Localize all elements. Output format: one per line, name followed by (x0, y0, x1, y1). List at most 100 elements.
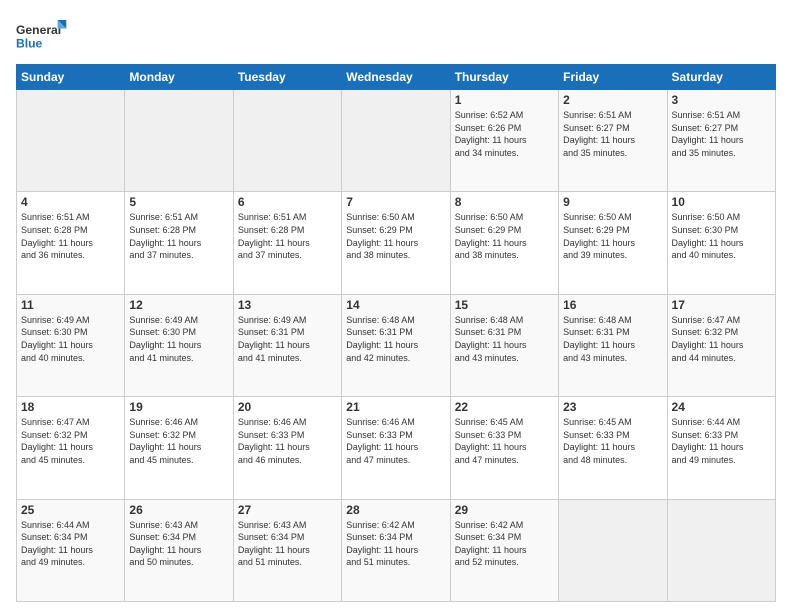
calendar-cell: 22Sunrise: 6:45 AM Sunset: 6:33 PM Dayli… (450, 397, 558, 499)
day-number: 17 (672, 298, 771, 312)
calendar-week-1: 4 Sunrise: 6:51 AM Sunset: 6:28 PM Daylig… (17, 192, 776, 294)
day-info: Sunrise: 6:48 AM Sunset: 6:31 PM Dayligh… (346, 314, 445, 364)
day-number: 20 (238, 400, 337, 414)
calendar-cell: 7Sunrise: 6:50 AM Sunset: 6:29 PM Daylig… (342, 192, 450, 294)
day-info: Sunrise: 6:47 AM Sunset: 6:32 PM Dayligh… (21, 416, 120, 466)
day-info: Sunrise: 6:44 AM Sunset: 6:33 PM Dayligh… (672, 416, 771, 466)
calendar-cell: 4Sunrise: 6:51 AM Sunset: 6:28 PM Daylig… (17, 192, 125, 294)
calendar-cell: 18 Sunrise: 6:47 AM Sunset: 6:32 PM Dayli… (17, 397, 125, 499)
day-number: 21 (346, 400, 445, 414)
svg-text:General: General (16, 23, 61, 37)
day-info: Sunrise: 6:43 AM Sunset: 6:34 PM Dayligh… (129, 519, 228, 569)
calendar-cell: 16 Sunrise: 6:48 AM Sunset: 6:31 PM Dayli… (559, 294, 667, 396)
calendar-cell: 1Sunrise: 6:52 AM Sunset: 6:26 PM Daylig… (450, 90, 558, 192)
day-number: 16 (563, 298, 662, 312)
weekday-header-tuesday: Tuesday (233, 65, 341, 90)
day-info: Sunrise: 6:49 AM Sunset: 6:30 PM Dayligh… (21, 314, 120, 364)
calendar-cell (667, 499, 775, 601)
day-info: Sunrise: 6:45 AM Sunset: 6:33 PM Dayligh… (563, 416, 662, 466)
day-number: 18 (21, 400, 120, 414)
weekday-header-thursday: Thursday (450, 65, 558, 90)
day-number: 25 (21, 503, 120, 517)
day-info: Sunrise: 6:50 AM Sunset: 6:30 PM Dayligh… (672, 211, 771, 261)
day-info: Sunrise: 6:48 AM Sunset: 6:31 PM Dayligh… (455, 314, 554, 364)
calendar-week-0: 1Sunrise: 6:52 AM Sunset: 6:26 PM Daylig… (17, 90, 776, 192)
day-info: Sunrise: 6:51 AM Sunset: 6:28 PM Dayligh… (238, 211, 337, 261)
calendar-cell: 3 Sunrise: 6:51 AM Sunset: 6:27 PM Daylig… (667, 90, 775, 192)
day-info: Sunrise: 6:51 AM Sunset: 6:27 PM Dayligh… (563, 109, 662, 159)
calendar-cell: 26 Sunrise: 6:43 AM Sunset: 6:34 PM Dayli… (125, 499, 233, 601)
calendar-cell: 11Sunrise: 6:49 AM Sunset: 6:30 PM Dayli… (17, 294, 125, 396)
calendar-week-2: 11Sunrise: 6:49 AM Sunset: 6:30 PM Dayli… (17, 294, 776, 396)
day-number: 4 (21, 195, 120, 209)
weekday-header-sunday: Sunday (17, 65, 125, 90)
calendar-cell: 14 Sunrise: 6:48 AM Sunset: 6:31 PM Dayli… (342, 294, 450, 396)
calendar-cell: 5 Sunrise: 6:51 AM Sunset: 6:28 PM Daylig… (125, 192, 233, 294)
day-info: Sunrise: 6:48 AM Sunset: 6:31 PM Dayligh… (563, 314, 662, 364)
day-number: 14 (346, 298, 445, 312)
day-number: 5 (129, 195, 228, 209)
calendar-cell: 15 Sunrise: 6:48 AM Sunset: 6:31 PM Dayli… (450, 294, 558, 396)
weekday-header-row: SundayMondayTuesdayWednesdayThursdayFrid… (17, 65, 776, 90)
day-number: 2 (563, 93, 662, 107)
calendar-cell: 24 Sunrise: 6:44 AM Sunset: 6:33 PM Dayli… (667, 397, 775, 499)
day-number: 29 (455, 503, 554, 517)
day-number: 9 (563, 195, 662, 209)
calendar-cell (233, 90, 341, 192)
day-info: Sunrise: 6:46 AM Sunset: 6:33 PM Dayligh… (238, 416, 337, 466)
day-number: 26 (129, 503, 228, 517)
day-info: Sunrise: 6:42 AM Sunset: 6:34 PM Dayligh… (455, 519, 554, 569)
day-info: Sunrise: 6:46 AM Sunset: 6:32 PM Dayligh… (129, 416, 228, 466)
calendar-cell: 29 Sunrise: 6:42 AM Sunset: 6:34 PM Dayli… (450, 499, 558, 601)
calendar-cell: 13 Sunrise: 6:49 AM Sunset: 6:31 PM Dayli… (233, 294, 341, 396)
calendar-cell: 8 Sunrise: 6:50 AM Sunset: 6:29 PM Daylig… (450, 192, 558, 294)
header: General Blue (16, 16, 776, 56)
day-number: 13 (238, 298, 337, 312)
day-number: 6 (238, 195, 337, 209)
day-number: 8 (455, 195, 554, 209)
day-number: 3 (672, 93, 771, 107)
day-info: Sunrise: 6:47 AM Sunset: 6:32 PM Dayligh… (672, 314, 771, 364)
day-number: 12 (129, 298, 228, 312)
weekday-header-monday: Monday (125, 65, 233, 90)
calendar-cell: 27 Sunrise: 6:43 AM Sunset: 6:34 PM Dayli… (233, 499, 341, 601)
calendar-header: SundayMondayTuesdayWednesdayThursdayFrid… (17, 65, 776, 90)
calendar-cell: 20 Sunrise: 6:46 AM Sunset: 6:33 PM Dayli… (233, 397, 341, 499)
day-number: 19 (129, 400, 228, 414)
calendar-cell (342, 90, 450, 192)
calendar-cell: 6 Sunrise: 6:51 AM Sunset: 6:28 PM Daylig… (233, 192, 341, 294)
day-number: 22 (455, 400, 554, 414)
day-info: Sunrise: 6:49 AM Sunset: 6:31 PM Dayligh… (238, 314, 337, 364)
logo: General Blue (16, 16, 68, 56)
day-info: Sunrise: 6:50 AM Sunset: 6:29 PM Dayligh… (455, 211, 554, 261)
calendar-cell: 25Sunrise: 6:44 AM Sunset: 6:34 PM Dayli… (17, 499, 125, 601)
day-number: 27 (238, 503, 337, 517)
day-info: Sunrise: 6:50 AM Sunset: 6:29 PM Dayligh… (346, 211, 445, 261)
calendar-cell: 28Sunrise: 6:42 AM Sunset: 6:34 PM Dayli… (342, 499, 450, 601)
calendar-cell (17, 90, 125, 192)
weekday-header-friday: Friday (559, 65, 667, 90)
day-info: Sunrise: 6:43 AM Sunset: 6:34 PM Dayligh… (238, 519, 337, 569)
calendar-cell: 10Sunrise: 6:50 AM Sunset: 6:30 PM Dayli… (667, 192, 775, 294)
logo-graphic: General Blue (16, 16, 68, 56)
calendar-body: 1Sunrise: 6:52 AM Sunset: 6:26 PM Daylig… (17, 90, 776, 602)
page: General Blue SundayMondayTuesdayWednesda… (0, 0, 792, 612)
calendar-week-3: 18 Sunrise: 6:47 AM Sunset: 6:32 PM Dayli… (17, 397, 776, 499)
day-info: Sunrise: 6:49 AM Sunset: 6:30 PM Dayligh… (129, 314, 228, 364)
day-info: Sunrise: 6:52 AM Sunset: 6:26 PM Dayligh… (455, 109, 554, 159)
calendar-cell (559, 499, 667, 601)
calendar-cell: 9 Sunrise: 6:50 AM Sunset: 6:29 PM Daylig… (559, 192, 667, 294)
day-number: 24 (672, 400, 771, 414)
calendar-cell: 17 Sunrise: 6:47 AM Sunset: 6:32 PM Dayli… (667, 294, 775, 396)
day-info: Sunrise: 6:51 AM Sunset: 6:27 PM Dayligh… (672, 109, 771, 159)
calendar-cell: 23Sunrise: 6:45 AM Sunset: 6:33 PM Dayli… (559, 397, 667, 499)
day-number: 15 (455, 298, 554, 312)
calendar-week-4: 25Sunrise: 6:44 AM Sunset: 6:34 PM Dayli… (17, 499, 776, 601)
day-info: Sunrise: 6:50 AM Sunset: 6:29 PM Dayligh… (563, 211, 662, 261)
day-info: Sunrise: 6:42 AM Sunset: 6:34 PM Dayligh… (346, 519, 445, 569)
calendar-cell: 12 Sunrise: 6:49 AM Sunset: 6:30 PM Dayli… (125, 294, 233, 396)
calendar-table: SundayMondayTuesdayWednesdayThursdayFrid… (16, 64, 776, 602)
calendar-cell: 19 Sunrise: 6:46 AM Sunset: 6:32 PM Dayli… (125, 397, 233, 499)
day-info: Sunrise: 6:51 AM Sunset: 6:28 PM Dayligh… (129, 211, 228, 261)
calendar-cell: 2 Sunrise: 6:51 AM Sunset: 6:27 PM Daylig… (559, 90, 667, 192)
